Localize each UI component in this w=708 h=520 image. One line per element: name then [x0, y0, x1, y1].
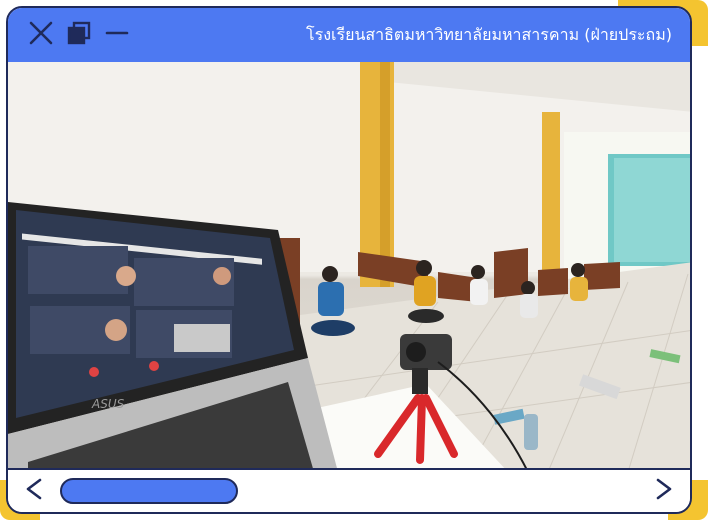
horizontal-scrollbar[interactable] — [60, 478, 638, 504]
minimize-icon[interactable] — [104, 20, 130, 46]
maximize-icon[interactable] — [66, 20, 92, 46]
chevron-left-icon[interactable] — [22, 476, 48, 502]
window-title: โรงเรียนสาธิตมหาวิทยาลัยมหาสารคาม (ฝ่ายป… — [306, 25, 672, 44]
close-icon[interactable] — [28, 20, 54, 46]
classroom-scene: ASUS — [8, 62, 690, 472]
title-bar: โรงเรียนสาธิตมหาวิทยาลัยมหาสารคาม (ฝ่ายป… — [8, 8, 690, 64]
window-controls — [28, 20, 130, 46]
navigation-bar — [8, 468, 690, 512]
classroom-photo: ASUS — [8, 62, 690, 472]
scrollbar-thumb[interactable] — [60, 478, 238, 504]
chevron-right-icon[interactable] — [650, 476, 676, 502]
browser-window: โรงเรียนสาธิตมหาวิทยาลัยมหาสารคาม (ฝ่ายป… — [6, 6, 692, 514]
laptop-brand: ASUS — [91, 397, 125, 411]
